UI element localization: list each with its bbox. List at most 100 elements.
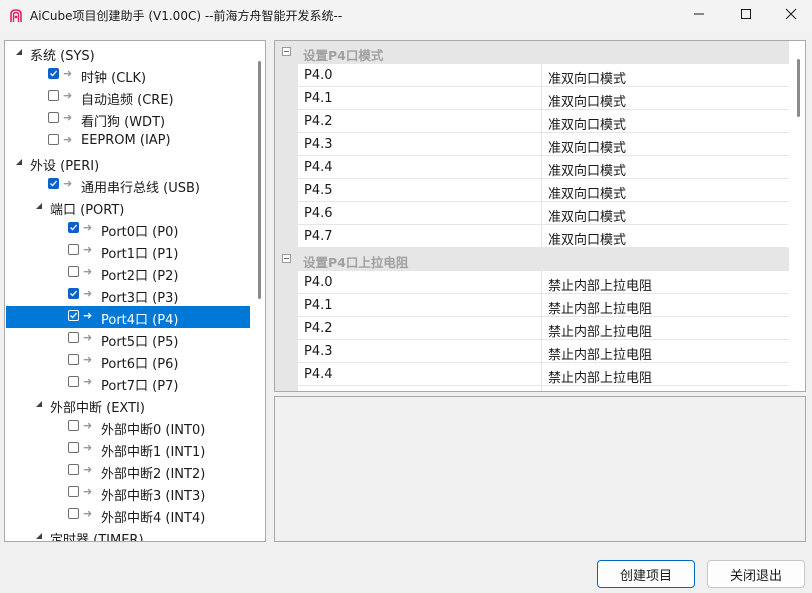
tree-scrollbar[interactable] <box>253 41 265 541</box>
property-row[interactable]: P4.5 准双向口模式 <box>275 179 789 202</box>
tree-item[interactable]: ➜ Port1口 (P1) <box>6 240 250 262</box>
property-name-cell[interactable]: P4.6 <box>298 202 542 225</box>
property-name-cell[interactable]: P4.2 <box>298 110 542 133</box>
property-grid-scrollbar[interactable] <box>791 41 805 391</box>
tree-item[interactable]: ➜ Port3口 (P3) <box>6 284 250 306</box>
minimize-button[interactable] <box>676 0 722 28</box>
property-value-cell[interactable]: 禁止内部上拉电阻 <box>542 386 789 391</box>
expanded-triangle-icon[interactable] <box>14 157 24 167</box>
tree-item[interactable]: ➜ 外部中断4 (INT4) <box>6 504 250 526</box>
checkbox[interactable] <box>48 134 59 145</box>
checkbox[interactable] <box>48 90 59 101</box>
tree-item[interactable]: 系统 (SYS) <box>6 42 250 64</box>
property-category[interactable]: 设置P4口模式 <box>275 41 789 64</box>
checkbox[interactable] <box>68 508 79 519</box>
property-value-cell[interactable]: 准双向口模式 <box>542 202 789 225</box>
checkbox[interactable] <box>68 464 79 475</box>
checkbox[interactable] <box>68 354 79 365</box>
property-value-cell[interactable]: 禁止内部上拉电阻 <box>542 340 789 363</box>
title-bar[interactable]: AiCube项目创建助手 (V1.00C) --前海方舟智能开发系统-- <box>0 0 812 32</box>
property-name-cell[interactable]: P4.1 <box>298 87 542 110</box>
property-value-cell[interactable]: 准双向口模式 <box>542 179 789 202</box>
tree-item[interactable]: ➜ Port0口 (P0) <box>6 218 250 240</box>
maximize-button[interactable] <box>723 0 769 28</box>
property-name-cell[interactable]: P4.5 <box>298 179 542 202</box>
expanded-triangle-icon[interactable] <box>34 531 44 541</box>
checked-checkbox[interactable] <box>68 310 79 321</box>
tree-item[interactable]: ➜ Port4口 (P4) <box>6 306 250 328</box>
property-row[interactable]: P4.3 准双向口模式 <box>275 133 789 156</box>
checkbox[interactable] <box>68 266 79 277</box>
property-value-cell[interactable]: 禁止内部上拉电阻 <box>542 317 789 340</box>
checkbox[interactable] <box>68 486 79 497</box>
property-name-cell[interactable]: P4.0 <box>298 64 542 87</box>
collapse-minus-icon[interactable] <box>282 47 291 56</box>
tree-item[interactable]: ➜ Port7口 (P7) <box>6 372 250 394</box>
property-row[interactable]: P4.7 准双向口模式 <box>275 225 789 248</box>
collapse-minus-icon[interactable] <box>282 254 291 263</box>
property-name-cell[interactable]: P4.4 <box>298 363 542 386</box>
property-row[interactable]: P4.2 禁止内部上拉电阻 <box>275 317 789 340</box>
property-value-cell[interactable]: 禁止内部上拉电阻 <box>542 294 789 317</box>
property-value-cell[interactable]: 准双向口模式 <box>542 133 789 156</box>
checked-checkbox[interactable] <box>68 222 79 233</box>
property-name-cell[interactable]: P4.1 <box>298 294 542 317</box>
tree-item[interactable]: ➜ 时钟 (CLK) <box>6 64 250 86</box>
property-grid-scrollbar-thumb[interactable] <box>797 59 800 117</box>
property-name-cell[interactable]: P4.3 <box>298 133 542 156</box>
property-value-cell[interactable]: 禁止内部上拉电阻 <box>542 271 789 294</box>
property-row[interactable]: P4.1 准双向口模式 <box>275 87 789 110</box>
checkbox[interactable] <box>68 244 79 255</box>
property-row[interactable]: P4.3 禁止内部上拉电阻 <box>275 340 789 363</box>
property-row[interactable]: P4.0 准双向口模式 <box>275 64 789 87</box>
property-name-cell[interactable]: P4.4 <box>298 156 542 179</box>
checkbox[interactable] <box>48 112 59 123</box>
tree-scrollbar-thumb[interactable] <box>258 61 261 299</box>
property-row[interactable]: P4.4 禁止内部上拉电阻 <box>275 363 789 386</box>
property-row[interactable]: P4.0 禁止内部上拉电阻 <box>275 271 789 294</box>
tree-item[interactable]: ➜ Port2口 (P2) <box>6 262 250 284</box>
tree-item[interactable]: ➜ Port5口 (P5) <box>6 328 250 350</box>
tree-item[interactable]: ➜ EEPROM (IAP) <box>6 130 250 152</box>
expanded-triangle-icon[interactable] <box>34 399 44 409</box>
tree-item[interactable]: ➜ 自动追频 (CRE) <box>6 86 250 108</box>
close-window-button[interactable] <box>768 0 812 28</box>
checkbox[interactable] <box>68 420 79 431</box>
property-grid[interactable]: 设置P4口模式 P4.0 准双向口模式 P4.1 准双向口模式 P4.2 准双向口模式 P4.… <box>274 40 806 392</box>
checked-checkbox[interactable] <box>68 288 79 299</box>
tree-item[interactable]: 外部中断 (EXTI) <box>6 394 250 416</box>
property-row[interactable]: P4.5 禁止内部上拉电阻 <box>275 386 789 391</box>
property-row[interactable]: P4.6 准双向口模式 <box>275 202 789 225</box>
peripheral-tree[interactable]: 系统 (SYS) ➜ 时钟 (CLK) ➜ 自动追频 (CRE) ➜ 看门狗 (WDT) ➜ E… <box>4 40 266 542</box>
checked-checkbox[interactable] <box>48 178 59 189</box>
property-value-cell[interactable]: 准双向口模式 <box>542 110 789 133</box>
create-project-button[interactable]: 创建项目 <box>597 560 695 588</box>
close-exit-button[interactable]: 关闭退出 <box>707 560 805 588</box>
expanded-triangle-icon[interactable] <box>14 47 24 57</box>
property-value-cell[interactable]: 准双向口模式 <box>542 87 789 110</box>
tree-item[interactable]: ➜ 看门狗 (WDT) <box>6 108 250 130</box>
property-value-cell[interactable]: 准双向口模式 <box>542 156 789 179</box>
property-row[interactable]: P4.4 准双向口模式 <box>275 156 789 179</box>
property-value-cell[interactable]: 禁止内部上拉电阻 <box>542 363 789 386</box>
checkbox[interactable] <box>68 332 79 343</box>
tree-item[interactable]: ➜ 通用串行总线 (USB) <box>6 174 250 196</box>
checkbox[interactable] <box>68 442 79 453</box>
expanded-triangle-icon[interactable] <box>34 201 44 211</box>
property-name-cell[interactable]: P4.7 <box>298 225 542 248</box>
tree-item[interactable]: ➜ 外部中断1 (INT1) <box>6 438 250 460</box>
property-name-cell[interactable]: P4.0 <box>298 271 542 294</box>
tree-item[interactable]: 端口 (PORT) <box>6 196 250 218</box>
property-row[interactable]: P4.1 禁止内部上拉电阻 <box>275 294 789 317</box>
checked-checkbox[interactable] <box>48 68 59 79</box>
property-name-cell[interactable]: P4.2 <box>298 317 542 340</box>
tree-item[interactable]: ➜ 外部中断0 (INT0) <box>6 416 250 438</box>
tree-item[interactable]: 定时器 (TIMER) <box>6 526 250 541</box>
checkbox[interactable] <box>68 376 79 387</box>
property-row[interactable]: P4.2 准双向口模式 <box>275 110 789 133</box>
property-name-cell[interactable]: P4.5 <box>298 386 542 391</box>
tree-item[interactable]: ➜ 外部中断3 (INT3) <box>6 482 250 504</box>
property-value-cell[interactable]: 准双向口模式 <box>542 64 789 87</box>
property-name-cell[interactable]: P4.3 <box>298 340 542 363</box>
property-value-cell[interactable]: 准双向口模式 <box>542 225 789 248</box>
